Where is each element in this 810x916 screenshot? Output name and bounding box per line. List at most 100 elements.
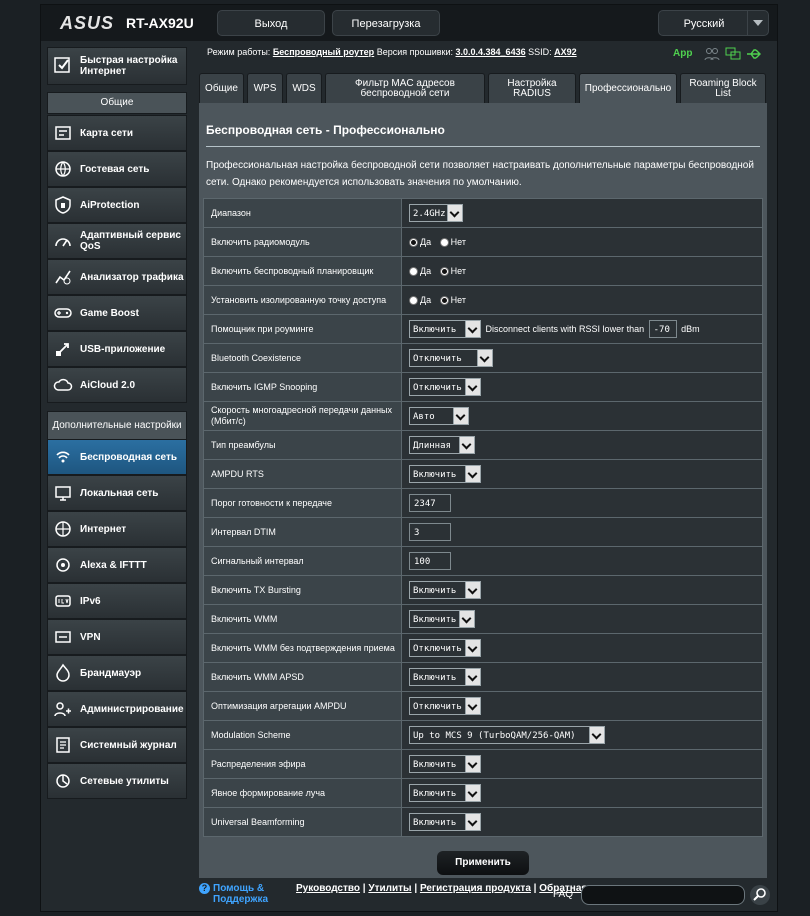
sidebar-item-system-log[interactable]: Системный журнал (47, 727, 187, 763)
scheduler-yes[interactable] (409, 266, 418, 276)
sidebar-item-wireless[interactable]: Беспроводная сеть (47, 439, 187, 475)
tab-wds[interactable]: WDS (286, 73, 322, 103)
sidebar-item-qos[interactable]: Адаптивный сервис QoS (47, 223, 187, 259)
help-support-link[interactable]: Помощь & Поддержка (213, 883, 279, 905)
modulation-label: Modulation Scheme (203, 720, 402, 750)
sidebar-item-usb-app[interactable]: USB-приложение (47, 331, 187, 367)
sidebar-item-alexa-ifttt[interactable]: Alexa & IFTTT (47, 547, 187, 583)
rssi-input[interactable]: -70 (648, 320, 677, 338)
operation-mode-link[interactable]: Беспроводный роутер (273, 47, 374, 57)
app-link[interactable]: App (673, 48, 692, 59)
airtime-label: Распределения эфира (203, 749, 402, 779)
ampdu-opt-select[interactable]: Отключить (409, 697, 481, 715)
sidebar-advanced-header: Дополнительные настройки (47, 411, 187, 441)
tab-roaming-block-list[interactable]: Roaming Block List (680, 73, 766, 103)
dtim-label: Интервал DTIM (203, 517, 402, 547)
tx-burst-label: Включить TX Bursting (203, 575, 402, 605)
sidebar-item-network-map[interactable]: Карта сети (47, 115, 187, 151)
system-log-icon (56, 737, 70, 753)
preamble-label: Тип преамбулы (203, 430, 402, 460)
tx-burst-select[interactable]: Включить (409, 581, 481, 599)
band-label: Диапазон (203, 198, 402, 228)
table-row: Порог готовности к передаче 2347 (203, 488, 763, 518)
rts-input[interactable]: 2347 (409, 494, 451, 512)
reboot-button[interactable]: Перезагрузка (332, 10, 440, 36)
chevron-down-icon (465, 640, 480, 656)
dtim-input[interactable]: 3 (409, 523, 451, 541)
rts-label: Порог готовности к передаче (203, 488, 402, 518)
sidebar-item-aicloud[interactable]: AiCloud 2.0 (47, 367, 187, 403)
settings-table: Диапазон 2.4GHz Включить радиомодуль Да … (203, 198, 763, 837)
apply-button[interactable]: Применить (437, 851, 529, 875)
usb-icon[interactable] (746, 47, 762, 61)
chevron-down-icon (465, 756, 480, 772)
sidebar-item-vpn[interactable]: VPN (47, 619, 187, 655)
wmm-apsd-select[interactable]: Включить (409, 668, 481, 686)
band-select[interactable]: 2.4GHz (409, 204, 463, 222)
sidebar-item-aiprotection[interactable]: AiProtection (47, 187, 187, 223)
network-map-icon (55, 126, 71, 140)
wmm-noack-select[interactable]: Отключить (409, 639, 481, 657)
tab-radius[interactable]: Настройка RADIUS (488, 73, 576, 103)
chevron-down-icon (453, 408, 468, 424)
manual-link[interactable]: Руководство (296, 883, 360, 894)
tab-professional[interactable]: Профессионально (579, 73, 677, 103)
header: ASUS RT-AX92U Выход Перезагрузка Русский (41, 5, 777, 41)
clients-icon[interactable] (704, 47, 720, 61)
table-row: Включить WMM без подтверждения приема От… (203, 633, 763, 663)
sidebar-item-traffic-analyzer[interactable]: Анализатор трафика (47, 259, 187, 295)
sidebar-item-ipv6[interactable]: IPv6 (47, 583, 187, 619)
tab-general[interactable]: Общие (199, 73, 244, 103)
traffic-analyzer-icon (55, 270, 71, 285)
tab-wps[interactable]: WPS (247, 73, 283, 103)
isolation-yes[interactable] (409, 295, 418, 305)
title-divider (206, 146, 760, 147)
igmp-select[interactable]: Отключить (409, 378, 481, 396)
sidebar-item-internet[interactable]: Интернет (47, 511, 187, 547)
alexa-icon (56, 558, 70, 572)
firmware-version-link[interactable]: 3.0.0.4.384_6436 (456, 47, 526, 57)
scheduler-no[interactable] (439, 266, 449, 276)
firewall-icon (56, 663, 70, 682)
beacon-input[interactable]: 100 (409, 552, 451, 570)
chevron-down-icon (465, 379, 480, 395)
preamble-select[interactable]: Длинная (409, 436, 475, 454)
tab-mac-filter[interactable]: Фильтр MAC адресов беспроводной сети (325, 73, 485, 103)
radio-enable-no[interactable] (439, 237, 449, 247)
sidebar-item-game-boost[interactable]: Game Boost (47, 295, 187, 331)
modulation-select[interactable]: Up to MCS 9 (TurboQAM/256-QAM) (409, 726, 605, 744)
ssid-link[interactable]: AX92 (554, 47, 577, 57)
router-page: ASUS RT-AX92U Выход Перезагрузка Русский… (40, 4, 778, 912)
sidebar-item-firewall[interactable]: Брандмауэр (47, 655, 187, 691)
beamforming-select[interactable]: Включить (409, 784, 481, 802)
roaming-label: Помощник при роуминге (203, 314, 402, 344)
sidebar-item-lan[interactable]: Локальная сеть (47, 475, 187, 511)
sidebar-quick-setup[interactable]: Быстрая настройка Интернет (47, 47, 187, 85)
search-icon[interactable] (750, 885, 770, 905)
airtime-select[interactable]: Включить (409, 755, 481, 773)
registration-link[interactable]: Регистрация продукта (420, 883, 531, 894)
chevron-down-icon (465, 698, 480, 714)
ampdu-rts-select[interactable]: Включить (409, 465, 481, 483)
logout-button[interactable]: Выход (217, 10, 325, 36)
universal-bf-label: Universal Beamforming (203, 807, 402, 837)
language-select[interactable]: Русский (658, 10, 769, 36)
sidebar-item-guest-network[interactable]: Гостевая сеть (47, 151, 187, 187)
multicast-select[interactable]: Авто (409, 407, 469, 425)
utilities-link[interactable]: Утилиты (368, 883, 411, 894)
radio-enable-yes[interactable] (409, 237, 418, 247)
scheduler-label: Включить беспроводный планировщик (203, 256, 402, 286)
universal-bf-select[interactable]: Включить (409, 813, 481, 831)
isolation-no[interactable] (439, 295, 449, 305)
roaming-select[interactable]: Включить (409, 320, 481, 338)
language-value: Русский (683, 18, 725, 30)
sidebar-item-administration[interactable]: Админист­рирование (47, 691, 187, 727)
sidebar-item-network-tools[interactable]: Сетевые утилиты (47, 763, 187, 799)
table-row: Диапазон 2.4GHz (203, 198, 763, 228)
bt-coex-select[interactable]: Отключить (409, 349, 493, 367)
network-status-icon[interactable] (725, 47, 741, 61)
table-row: Тип преамбулы Длинная (203, 430, 763, 460)
wmm-select[interactable]: Включить (409, 610, 475, 628)
multicast-label: Скорость многоадресной передачи данных (… (203, 401, 402, 431)
faq-search-input[interactable] (581, 885, 745, 905)
